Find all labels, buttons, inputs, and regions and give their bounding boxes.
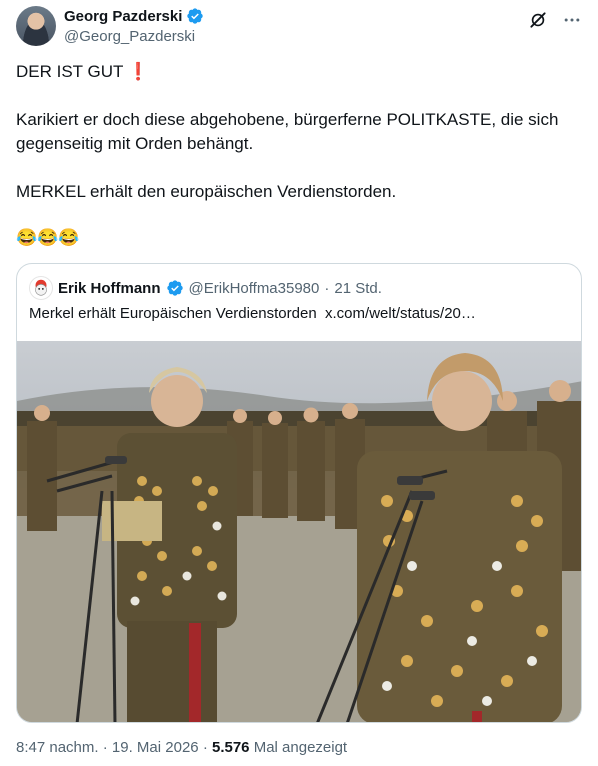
- quote-header: Erik Hoffmann @ErikHoffma35980 · 21 Std.: [29, 276, 382, 300]
- tweet-line-2: Karikiert er doch diese abgehobene, bürg…: [16, 110, 564, 153]
- verified-badge-icon: [187, 8, 204, 24]
- quote-timestamp[interactable]: 21 Std.: [334, 280, 382, 297]
- author-block: Georg Pazderski @Georg_Pazderski: [64, 7, 204, 45]
- more-icon[interactable]: [562, 10, 582, 30]
- tweet-line-3: MERKEL erhält den europäischen Verdienst…: [16, 182, 397, 201]
- tweet-emoji-line: 😂😂😂: [16, 228, 80, 247]
- quote-author-name[interactable]: Erik Hoffmann: [58, 280, 161, 297]
- quote-author-handle[interactable]: @ErikHoffma35980: [189, 280, 320, 297]
- quote-body: Merkel erhält Europäischen Verdienstorde…: [29, 305, 317, 322]
- tweet-time[interactable]: 8:47 nachm.: [16, 739, 99, 756]
- tweet-header: Georg Pazderski @Georg_Pazderski: [16, 6, 582, 50]
- author-avatar[interactable]: [16, 6, 56, 46]
- footer-separator: ·: [102, 739, 108, 756]
- tweet-text: DER IST GUT ❗ Karikiert er doch diese ab…: [16, 60, 582, 274]
- author-name[interactable]: Georg Pazderski: [64, 8, 182, 25]
- verified-badge-icon: [166, 280, 183, 296]
- quote-text: Merkel erhält Europäischen Verdienstorde…: [29, 305, 476, 322]
- views-count: 5.576: [211, 739, 250, 756]
- header-actions: [528, 10, 582, 30]
- tweet-line-1: DER IST GUT ❗: [16, 62, 149, 81]
- quoted-tweet[interactable]: Erik Hoffmann @ErikHoffma35980 · 21 Std.…: [16, 263, 582, 723]
- tweet-footer: 8:47 nachm. · 19. Mai 2026 · 5.576 Mal a…: [16, 739, 347, 756]
- photo-illustration: [17, 353, 581, 722]
- quote-author-avatar[interactable]: [29, 276, 53, 300]
- tweet-date[interactable]: 19. Mai 2026: [112, 739, 199, 756]
- quote-photo[interactable]: [17, 341, 581, 722]
- quote-link[interactable]: x.com/welt/status/20…: [325, 305, 476, 322]
- views-label: Mal angezeigt: [253, 739, 348, 756]
- quote-separator: ·: [324, 279, 330, 297]
- grok-icon[interactable]: [528, 10, 548, 30]
- footer-separator: ·: [202, 739, 208, 756]
- author-name-row: Georg Pazderski: [64, 7, 204, 25]
- author-handle[interactable]: @Georg_Pazderski: [64, 28, 204, 45]
